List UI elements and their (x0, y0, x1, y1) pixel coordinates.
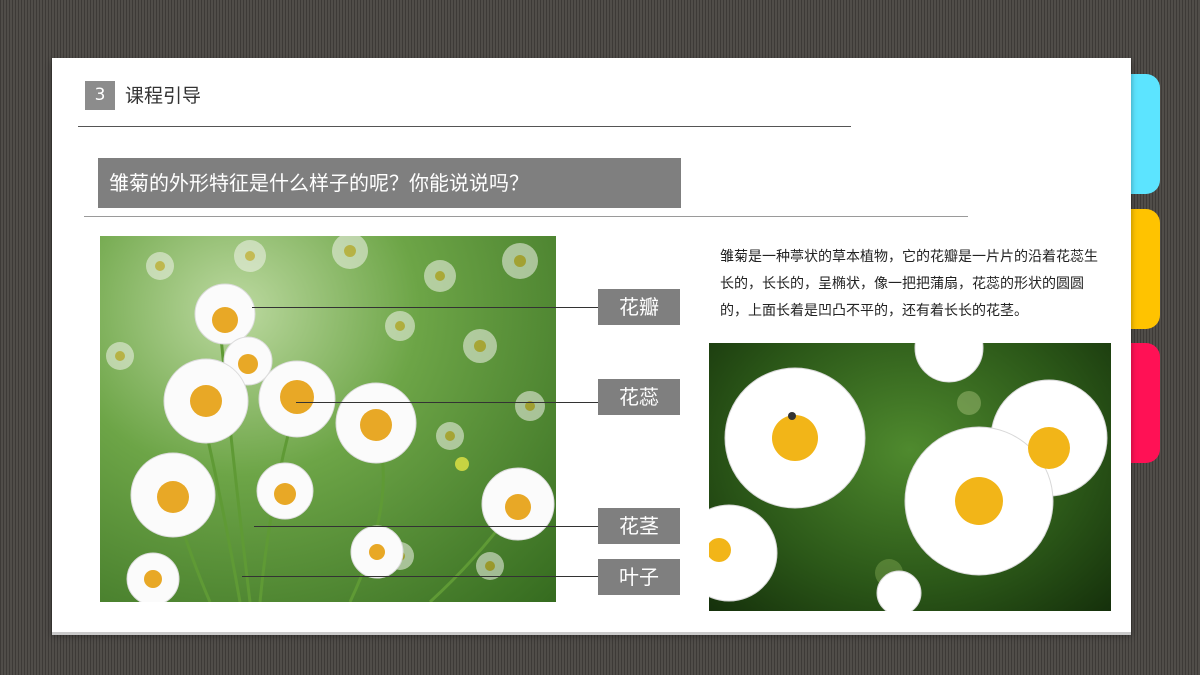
section-title: 课程引导 (125, 85, 202, 107)
stamen-leader-line (296, 402, 598, 403)
question-divider (84, 216, 968, 217)
label-leaf: 叶子 (598, 559, 680, 595)
slide-card: 3 课程引导 雏菊的外形特征是什么样子的呢？你能说说吗？ 花瓣 花蕊 花茎 叶子… (52, 58, 1131, 632)
label-petal: 花瓣 (598, 289, 680, 325)
section-number-badge: 3 (85, 81, 115, 110)
daisy-closeup-photo (709, 343, 1111, 611)
question-banner: 雏菊的外形特征是什么样子的呢？你能说说吗？ (98, 158, 681, 208)
stem-leader-line (254, 526, 598, 527)
daisy-field-photo (100, 236, 556, 602)
label-stamen: 花蕊 (598, 379, 680, 415)
leaf-leader-line (242, 576, 598, 577)
label-stem: 花茎 (598, 508, 680, 544)
header-divider (78, 126, 851, 127)
petal-leader-line (252, 307, 598, 308)
daisy-description: 雏菊是一种葶状的草本植物，它的花瓣是一片片的沿着花蕊生长的，长长的，呈椭状，像一… (720, 249, 1098, 319)
